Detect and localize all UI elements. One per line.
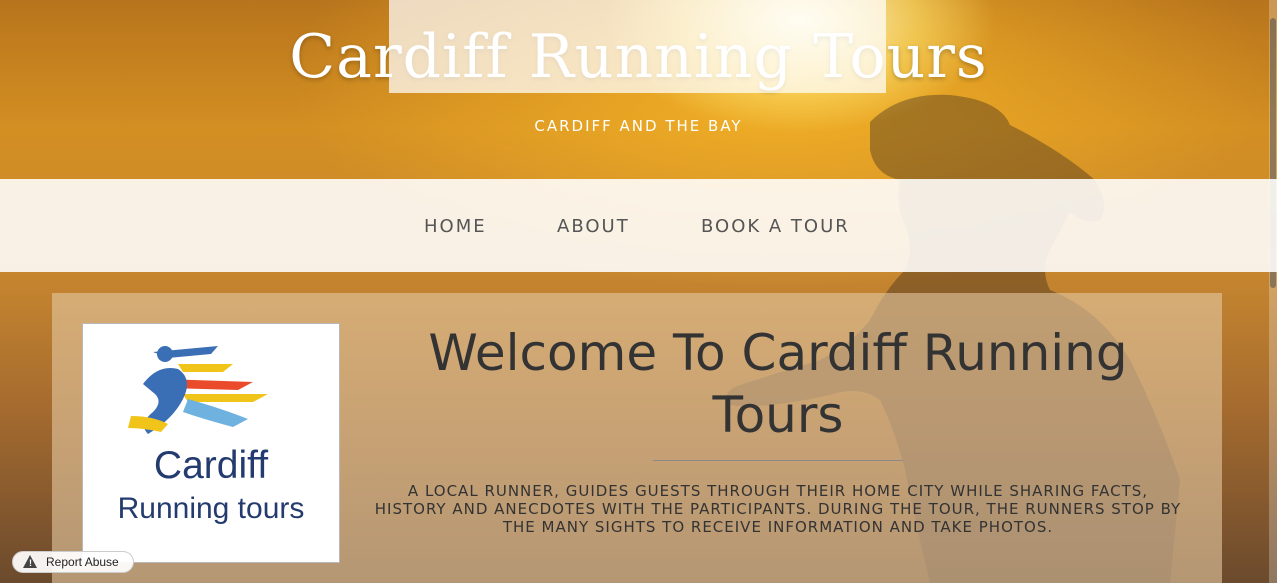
- nav-item-about[interactable]: ABOUT: [557, 216, 630, 237]
- nav-bar: [0, 179, 1277, 272]
- logo-text-cardiff: Cardiff: [153, 444, 269, 487]
- report-abuse-button[interactable]: ! Report Abuse: [12, 551, 134, 573]
- runner-icon: [128, 346, 268, 434]
- logo-image: Cardiff Running tours: [82, 323, 340, 563]
- welcome-description: A LOCAL RUNNER, GUIDES GUESTS THROUGH TH…: [374, 482, 1182, 536]
- heading-divider: [653, 460, 903, 461]
- nav-item-home[interactable]: HOME: [424, 216, 487, 237]
- nav-menu: [389, 0, 886, 93]
- report-abuse-label: Report Abuse: [46, 555, 119, 569]
- site-tagline: CARDIFF AND THE BAY: [534, 117, 743, 135]
- warning-icon-mark: !: [29, 558, 32, 568]
- nav-item-book-a-tour[interactable]: BOOK A TOUR: [701, 216, 850, 237]
- logo-text-running-tours: Running tours: [117, 492, 305, 525]
- welcome-heading: Welcome To Cardiff Running Tours: [428, 324, 1128, 444]
